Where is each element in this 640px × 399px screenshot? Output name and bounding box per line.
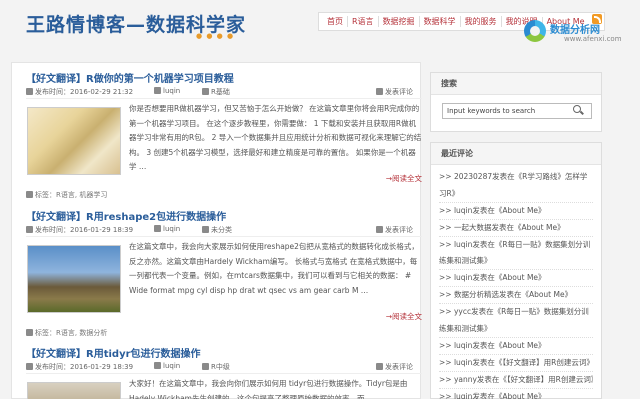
user-icon xyxy=(154,362,161,369)
comment-item[interactable]: >> luqin发表在《About Me》 xyxy=(439,338,593,355)
comment-item[interactable]: >> yycc发表在《R每日一贴》数据集划分训练集和测试集》 xyxy=(439,304,593,338)
nav-home[interactable]: 首页 xyxy=(323,16,347,27)
user-icon xyxy=(154,87,161,94)
post-title[interactable]: 【好文翻译】R用reshape2包进行数据操作 xyxy=(26,208,422,223)
logo-dots: ● ● ● ● xyxy=(196,32,235,40)
comment-item[interactable]: >> luqin发表在《About Me》 xyxy=(439,270,593,288)
folder-icon xyxy=(202,363,209,370)
post-tags: 标签：R语言, 数据分析 xyxy=(26,328,107,338)
comment-icon xyxy=(376,226,383,233)
post-category[interactable]: R基础 xyxy=(211,88,230,96)
post-thumbnail[interactable] xyxy=(27,245,121,313)
post-comment-link[interactable]: 发表评论 xyxy=(385,88,413,96)
post-list: 【好文翻译】R做你的第一个机器学习项目教程 发布时间：2016-02-29 21… xyxy=(11,62,422,399)
watermark-logo-icon xyxy=(524,20,546,42)
calendar-icon xyxy=(26,226,33,233)
post-thumbnail[interactable] xyxy=(27,107,121,175)
post-meta: 发布时间：2016-01-29 18:39 luqin R中级 发表评论 xyxy=(26,362,422,374)
post-tags: 标签：R语言, 机器学习 xyxy=(26,190,107,200)
post-excerpt: 大家好！在这篇文章中，我会向你们展示如何用 tidyr包进行数据操作。Tidyr… xyxy=(129,379,408,399)
page: 王路情博客—数据科学家 ● ● ● ● 首页 R语言 数据挖掘 数据科学 我的服… xyxy=(0,0,640,399)
watermark-title: 数据分析网 xyxy=(550,25,600,36)
search-widget-title: 搜索 xyxy=(431,73,601,95)
sidebar: 搜索 Input keywords to search 最近评论 >> 2023… xyxy=(430,72,602,399)
post-author[interactable]: luqin xyxy=(163,362,180,370)
post-excerpt: 在这篇文章中，我会向大家展示如何使用reshape2包把从宽格式的数据转化成长格… xyxy=(129,242,419,295)
post-author[interactable]: luqin xyxy=(163,87,180,95)
tag-icon xyxy=(26,191,33,198)
watermark: 数据分析网 www.afenxi.com xyxy=(524,20,640,50)
nav-my-services[interactable]: 我的服务 xyxy=(459,16,501,27)
post: 【好文翻译】R用reshape2包进行数据操作 发布时间：2016-01-29 … xyxy=(26,208,422,338)
post-title[interactable]: 【好文翻译】R用tidyr包进行数据操作 xyxy=(26,345,422,360)
post: 【好文翻译】R做你的第一个机器学习项目教程 发布时间：2016-02-29 21… xyxy=(26,70,422,200)
nav-r-language[interactable]: R语言 xyxy=(347,16,378,27)
post-comment-link[interactable]: 发表评论 xyxy=(385,226,413,234)
comment-item[interactable]: >> yanny发表在《【好文翻译】用R创建云词》 xyxy=(439,372,593,389)
recent-comments-title: 最近评论 xyxy=(431,143,601,165)
post: 【好文翻译】R用tidyr包进行数据操作 发布时间：2016-01-29 18:… xyxy=(26,345,422,399)
calendar-icon xyxy=(26,363,33,370)
post-category[interactable]: 未分类 xyxy=(211,226,232,234)
nav-data-science[interactable]: 数据科学 xyxy=(418,16,460,27)
nav-data-mining[interactable]: 数据挖掘 xyxy=(377,16,419,27)
folder-icon xyxy=(202,226,209,233)
search-input[interactable]: Input keywords to search xyxy=(442,103,592,119)
comment-icon xyxy=(376,363,383,370)
post-date: 发布时间：2016-01-29 18:39 xyxy=(35,226,134,234)
post-date: 发布时间：2016-01-29 18:39 xyxy=(35,363,134,371)
recent-comments-list: >> 20230287发表在《R学习路线》怎样学习R》 >> luqin发表在《… xyxy=(431,165,601,399)
post-excerpt: 你是否想要用R做机器学习，但又苦恼于怎么开始做？ 在这篇文章里你将会用R完成你的… xyxy=(129,104,422,171)
post-meta: 发布时间：2016-02-29 21:32 luqin R基础 发表评论 xyxy=(26,87,422,99)
post-category[interactable]: R中级 xyxy=(211,363,230,371)
user-icon xyxy=(154,225,161,232)
post-comment-link[interactable]: 发表评论 xyxy=(385,363,413,371)
comment-item[interactable]: >> 数据分析精选发表在《About Me》 xyxy=(439,287,593,305)
post-meta: 发布时间：2016-01-29 18:39 luqin 未分类 发表评论 xyxy=(26,225,422,237)
search-widget: 搜索 Input keywords to search xyxy=(430,72,602,132)
tag-icon xyxy=(26,329,33,336)
recent-comments-widget: 最近评论 >> 20230287发表在《R学习路线》怎样学习R》 >> luqi… xyxy=(430,142,602,399)
comment-item[interactable]: >> luqin发表在《About Me》 xyxy=(439,203,593,220)
comment-item[interactable]: >> luqin发表在《R每日一贴》数据集划分训练集和测试集》 xyxy=(439,237,593,271)
watermark-url: www.afenxi.com xyxy=(564,35,622,43)
folder-icon xyxy=(202,88,209,95)
post-date: 发布时间：2016-02-29 21:32 xyxy=(35,88,134,96)
read-more-link[interactable]: →阅读全文 xyxy=(386,311,422,322)
comment-item[interactable]: >> 20230287发表在《R学习路线》怎样学习R》 xyxy=(439,169,593,203)
calendar-icon xyxy=(26,88,33,95)
read-more-link[interactable]: →阅读全文 xyxy=(386,173,422,184)
post-thumbnail[interactable] xyxy=(27,382,121,399)
comment-item[interactable]: >> luqin发表在《【好文翻译】用R创建云词》 xyxy=(439,355,593,372)
search-icon[interactable] xyxy=(573,105,581,113)
comment-icon xyxy=(376,88,383,95)
comment-item[interactable]: >> luqin发表在《About Me》 xyxy=(439,389,593,399)
header: 王路情博客—数据科学家 ● ● ● ● 首页 R语言 数据挖掘 数据科学 我的服… xyxy=(0,0,640,62)
post-title[interactable]: 【好文翻译】R做你的第一个机器学习项目教程 xyxy=(26,70,422,85)
comment-item[interactable]: >> 一起大数据发表在《About Me》 xyxy=(439,220,593,237)
post-author[interactable]: luqin xyxy=(163,225,180,233)
